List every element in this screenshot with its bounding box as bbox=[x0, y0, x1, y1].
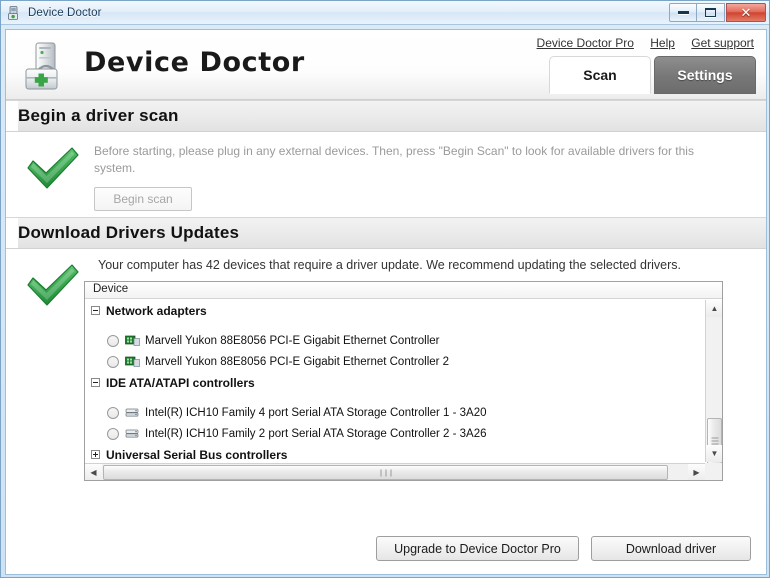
device-radio[interactable] bbox=[107, 427, 119, 440]
link-device-doctor-pro[interactable]: Device Doctor Pro bbox=[537, 36, 634, 50]
device-list-column-header: Device bbox=[85, 282, 722, 299]
device-label: Intel(R) ICH10 Family 4 port Serial ATA … bbox=[145, 406, 487, 419]
device-radio[interactable] bbox=[107, 355, 119, 368]
device-group-ide-ata-atapi-controllers[interactable]: IDE ATA/ATAPI controllers bbox=[85, 372, 705, 393]
window-controls: ✕ bbox=[669, 3, 766, 22]
tab-scan[interactable]: Scan bbox=[549, 56, 651, 94]
device-list-rows: Network adapters Marvell Yukon 88E8056 P… bbox=[85, 300, 705, 462]
device-label: Marvell Yukon 88E8056 PCI-E Gigabit Ethe… bbox=[145, 334, 440, 347]
device-group-network-adapters[interactable]: Network adapters bbox=[85, 300, 705, 321]
top-links: Device Doctor Pro Help Get support bbox=[524, 36, 754, 50]
window-title: Device Doctor bbox=[28, 6, 102, 19]
scroll-grip bbox=[378, 469, 393, 476]
device-radio[interactable] bbox=[107, 334, 119, 347]
collapse-icon[interactable] bbox=[91, 378, 100, 387]
tab-bar: Scan Settings bbox=[549, 56, 756, 94]
scan-description: Before starting, please plug in any exte… bbox=[94, 144, 694, 175]
scrollbar-corner bbox=[705, 463, 722, 480]
horizontal-scroll-thumb[interactable] bbox=[103, 465, 668, 480]
close-button[interactable]: ✕ bbox=[726, 3, 766, 22]
section-body-scan: Before starting, please plug in any exte… bbox=[6, 132, 766, 217]
tab-settings[interactable]: Settings bbox=[654, 56, 756, 94]
device-row[interactable]: Intel(R) ICH10 Family 4 port Serial ATA … bbox=[85, 402, 705, 423]
device-label: Intel(R) ICH10 Family 2 port Serial ATA … bbox=[145, 427, 487, 440]
scroll-up-icon[interactable]: ▲ bbox=[706, 300, 722, 317]
network-adapter-icon bbox=[125, 334, 140, 347]
device-group-label: Universal Serial Bus controllers bbox=[106, 447, 288, 462]
link-get-support[interactable]: Get support bbox=[691, 36, 754, 50]
device-group-label: IDE ATA/ATAPI controllers bbox=[106, 375, 255, 390]
device-list[interactable]: Device Network adapters Marvell Yukon 88… bbox=[84, 281, 723, 481]
storage-controller-icon bbox=[125, 406, 140, 419]
download-driver-button[interactable]: Download driver bbox=[591, 536, 751, 561]
network-adapter-icon bbox=[125, 355, 140, 368]
minimize-icon bbox=[677, 11, 689, 14]
app-panel: Device Doctor Device Doctor Pro Help Get… bbox=[5, 29, 767, 575]
section-header-scan: Begin a driver scan bbox=[6, 100, 766, 132]
collapse-icon[interactable] bbox=[91, 306, 100, 315]
device-label: Marvell Yukon 88E8056 PCI-E Gigabit Ethe… bbox=[145, 355, 450, 368]
scroll-right-icon[interactable]: ▶ bbox=[688, 464, 705, 480]
minimize-button[interactable] bbox=[669, 3, 697, 22]
footer-bar: Upgrade to Device Doctor Pro Download dr… bbox=[6, 528, 766, 574]
device-group-universal-serial-bus-controllers[interactable]: Universal Serial Bus controllers bbox=[85, 444, 705, 462]
device-row[interactable]: Marvell Yukon 88E8056 PCI-E Gigabit Ethe… bbox=[85, 330, 705, 351]
storage-controller-icon bbox=[125, 427, 140, 440]
green-check-icon bbox=[24, 144, 82, 192]
device-doctor-logo-icon bbox=[20, 40, 72, 92]
section-title-scan: Begin a driver scan bbox=[18, 106, 179, 125]
begin-scan-button[interactable]: Begin scan bbox=[94, 187, 192, 211]
title-bar: Device Doctor ✕ bbox=[1, 1, 769, 25]
app-icon bbox=[7, 5, 23, 21]
brand-header: Device Doctor Device Doctor Pro Help Get… bbox=[6, 30, 766, 100]
download-summary: Your computer has 42 devices that requir… bbox=[98, 258, 681, 272]
device-list-vertical-scrollbar[interactable]: ▲ ▼ bbox=[705, 300, 722, 464]
brand-title: Device Doctor bbox=[84, 47, 305, 78]
maximize-button[interactable] bbox=[697, 3, 725, 22]
section-title-download: Download Drivers Updates bbox=[18, 223, 240, 242]
upgrade-to-pro-button[interactable]: Upgrade to Device Doctor Pro bbox=[376, 536, 579, 561]
device-list-horizontal-scrollbar[interactable]: ◀ ▶ bbox=[85, 463, 705, 480]
link-help[interactable]: Help bbox=[650, 36, 675, 50]
section-accent bbox=[6, 218, 18, 248]
section-accent bbox=[6, 101, 18, 131]
scroll-left-icon[interactable]: ◀ bbox=[85, 464, 102, 480]
device-group-label: Network adapters bbox=[106, 303, 207, 318]
scroll-down-icon[interactable]: ▼ bbox=[706, 445, 722, 462]
device-row[interactable]: Intel(R) ICH10 Family 2 port Serial ATA … bbox=[85, 423, 705, 444]
maximize-icon bbox=[705, 8, 716, 17]
section-header-download: Download Drivers Updates bbox=[6, 217, 766, 249]
green-check-icon bbox=[24, 261, 82, 309]
device-radio[interactable] bbox=[107, 406, 119, 419]
section-body-download: Your computer has 42 devices that requir… bbox=[6, 249, 766, 535]
expand-icon[interactable] bbox=[91, 450, 100, 459]
application-window: Device Doctor ✕ Device Doctor Device Doc… bbox=[0, 0, 770, 578]
device-row[interactable]: Marvell Yukon 88E8056 PCI-E Gigabit Ethe… bbox=[85, 351, 705, 372]
